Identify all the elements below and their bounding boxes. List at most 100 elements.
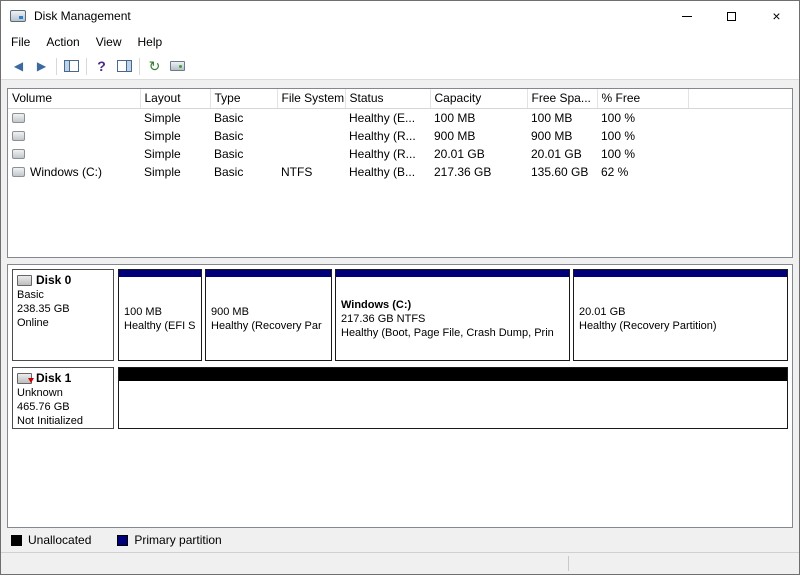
statusbar-separator [568,556,569,571]
disk1-size: 465.76 GB [17,401,70,413]
table-row[interactable]: Simple Basic Healthy (R... 900 MB 900 MB… [8,127,792,145]
console-tree-button[interactable] [60,55,83,77]
refresh-button[interactable]: ↻ [143,55,166,77]
disk1-label[interactable]: Disk 1 Unknown 465.76 GB Not Initialized [12,367,114,429]
cell-capacity: 100 MB [434,110,476,125]
legend-unallocated: Unallocated [11,533,91,547]
cell-pct-free: 100 % [601,110,636,125]
disk0-name: Disk 0 [36,273,72,287]
cell-type: Basic [214,164,244,179]
disk0-partitions: 100 MB Healthy (EFI S 900 MB Healthy (Re… [118,269,788,361]
table-row[interactable]: Windows (C:) Simple Basic NTFS Healthy (… [8,163,792,181]
cell-free-space: 100 MB [531,110,573,125]
toolbar-separator [86,57,87,75]
help-button[interactable]: ? [90,55,113,77]
disk1-unallocated-area[interactable] [118,367,788,429]
cell-file-system: NTFS [281,164,313,179]
primary-partition-swatch-icon [117,534,129,546]
disk1-status: Not Initialized [17,415,84,427]
partition-status: Healthy (Boot, Page File, Crash Dump, Pr… [341,326,554,339]
partition-color-bar [574,270,787,277]
cell-status: Healthy (E... [349,110,416,125]
cell-layout: Simple [144,128,181,143]
col-pct-free[interactable]: % Free [597,89,689,109]
minimize-button[interactable] [664,1,709,31]
disk0-icon [17,274,32,286]
disk1-name: Disk 1 [36,371,72,385]
disk0-label[interactable]: Disk 0 Basic 238.35 GB Online [12,269,114,361]
col-file-system[interactable]: File System [277,89,346,109]
partition-status: Healthy (Recovery Par [211,319,322,332]
partition-status: Healthy (Recovery Partition) [579,319,717,332]
cell-file-system [277,145,345,163]
disk1-error-icon [17,372,34,384]
table-row[interactable]: Simple Basic Healthy (E... 100 MB 100 MB… [8,108,792,127]
cell-type: Basic [214,146,244,161]
menu-file[interactable]: File [3,32,38,52]
close-button[interactable]: × [754,1,799,31]
back-icon: ◀ [13,59,24,73]
cell-free-space: 20.01 GB [531,146,582,161]
cell-capacity: 20.01 GB [434,146,485,161]
window-controls: × [664,1,799,31]
disk0-type: Basic [17,289,44,301]
cell-status: Healthy (R... [349,146,416,161]
disk1-row: Disk 1 Unknown 465.76 GB Not Initialized [12,367,788,429]
disk1-type: Unknown [17,387,63,399]
partition-efi[interactable]: 100 MB Healthy (EFI S [118,269,202,361]
action-pane-icon [117,60,132,72]
forward-button[interactable]: ▶ [30,55,53,77]
window-title: Disk Management [34,9,131,23]
legend-primary-partition: Primary partition [117,533,222,547]
col-free-space[interactable]: Free Spa... [527,89,598,109]
disk0-size: 238.35 GB [17,303,70,315]
partition-size: 900 MB [211,305,249,318]
console-tree-icon [64,60,79,72]
cell-volume: Windows (C:) [30,164,103,179]
menu-help[interactable]: Help [130,32,171,52]
partition-color-bar [336,270,569,277]
back-button[interactable]: ◀ [7,55,30,77]
cell-pct-free: 100 % [601,146,636,161]
col-capacity[interactable]: Capacity [430,89,528,109]
maximize-button[interactable] [709,1,754,31]
volume-icon [12,148,25,159]
partition-windows-c[interactable]: Windows (C:) 217.36 GB NTFS Healthy (Boo… [335,269,570,361]
cell-layout: Simple [144,164,181,179]
titlebar: Disk Management × [1,1,799,31]
table-row[interactable]: Simple Basic Healthy (R... 20.01 GB 20.0… [8,145,792,163]
col-layout[interactable]: Layout [140,89,211,109]
unallocated-bar [119,368,787,381]
app-icon [10,10,26,22]
partition-recovery-2[interactable]: 20.01 GB Healthy (Recovery Partition) [573,269,788,361]
col-volume[interactable]: Volume [8,89,141,109]
action-pane-button[interactable] [113,55,136,77]
cell-status: Healthy (B... [349,164,416,179]
cell-free-space: 900 MB [531,128,573,143]
volume-icon [12,112,25,123]
cell-file-system [277,127,345,145]
graphical-view-panel: Disk 0 Basic 238.35 GB Online 100 MB Hea… [7,264,793,528]
col-type[interactable]: Type [210,89,278,109]
table-header-row: Volume Layout Type File System Status Ca… [8,89,792,109]
cell-capacity: 217.36 GB [434,164,492,179]
cell-type: Basic [214,110,244,125]
cell-file-system [277,108,345,127]
unallocated-swatch-icon [11,534,22,546]
legend: Unallocated Primary partition [1,528,799,552]
partition-size: 20.01 GB [579,305,626,318]
forward-icon: ▶ [36,59,47,73]
statusbar [1,552,799,574]
volume-icon [12,130,25,141]
volume-icon [12,166,25,177]
menu-view[interactable]: View [88,32,130,52]
col-status[interactable]: Status [345,89,431,109]
volume-list-panel: Volume Layout Type File System Status Ca… [7,88,793,258]
toolbar: ◀ ▶ ? ↻ [1,53,799,80]
disk-list-button[interactable] [166,55,189,77]
cell-layout: Simple [144,110,181,125]
menu-action[interactable]: Action [38,32,87,52]
toolbar-separator [56,57,57,75]
partition-color-bar [206,270,331,277]
partition-recovery-1[interactable]: 900 MB Healthy (Recovery Par [205,269,332,361]
